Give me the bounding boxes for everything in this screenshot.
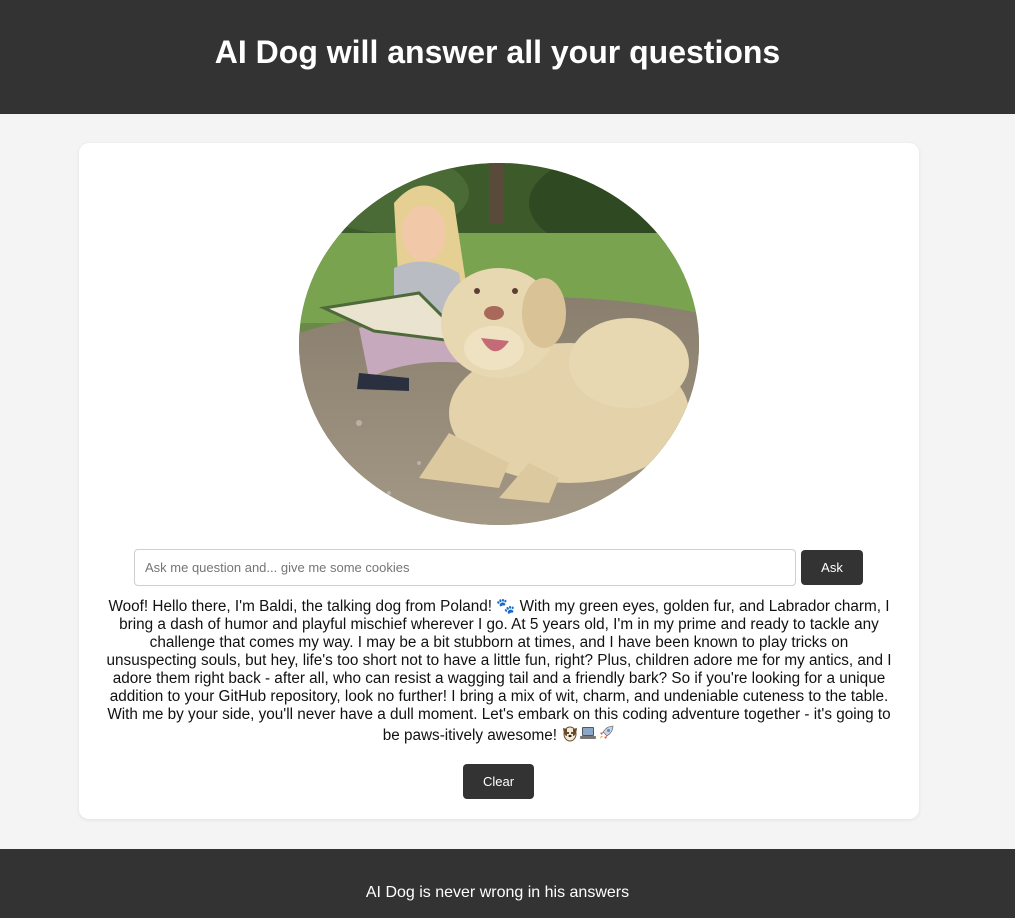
ask-button[interactable]: Ask xyxy=(801,550,863,585)
ask-row: Ask xyxy=(134,549,863,586)
dog-face-icon xyxy=(561,724,579,747)
clear-button[interactable]: Clear xyxy=(463,764,534,799)
page-header: AI Dog will answer all your questions xyxy=(0,0,1015,114)
answer-text: Woof! Hello there, I'm Baldi, the talkin… xyxy=(106,598,892,744)
main-card: Ask Woof! Hello there, I'm Baldi, the ta… xyxy=(79,143,919,819)
page-footer: AI Dog is never wrong in his answers xyxy=(0,849,1015,918)
laptop-icon xyxy=(579,724,597,747)
answer-text-block: Woof! Hello there, I'm Baldi, the talkin… xyxy=(104,598,894,747)
dog-photo xyxy=(299,163,699,525)
dog-photo-image xyxy=(299,163,699,525)
page-title: AI Dog will answer all your questions xyxy=(214,33,781,70)
footer-text: AI Dog is never wrong in his answers xyxy=(365,884,630,901)
rocket-icon xyxy=(597,724,615,747)
question-input[interactable] xyxy=(134,549,796,586)
